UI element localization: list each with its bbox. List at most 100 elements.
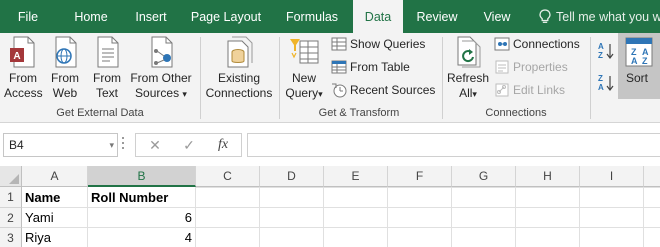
cancel-icon[interactable]: ✕: [138, 134, 172, 156]
recent-sources-label: Recent Sources: [350, 83, 436, 97]
sort-label: Sort: [626, 71, 649, 85]
from-access-label2: Access: [4, 86, 43, 100]
group-label-get-transform: Get & Transform: [318, 107, 400, 119]
cell-b3[interactable]: 4: [88, 228, 196, 247]
tab-home[interactable]: Home: [56, 0, 126, 33]
from-text-label1: From: [93, 71, 121, 85]
new-query-icon: [290, 39, 319, 64]
recent-sources-button[interactable]: Recent Sources: [331, 80, 435, 100]
chevron-down-icon: ▾: [182, 89, 187, 99]
column-header-f[interactable]: F: [388, 166, 452, 187]
new-query-label2: Query: [285, 86, 319, 100]
tab-insert[interactable]: Insert: [126, 0, 176, 33]
group-separator: [590, 37, 591, 119]
cell-b1[interactable]: Roll Number: [88, 187, 196, 208]
from-access-button[interactable]: A From Access: [4, 35, 43, 101]
empty-cells-area[interactable]: [196, 187, 660, 247]
existing-label1: Existing: [217, 71, 261, 85]
column-header-a[interactable]: A: [22, 166, 88, 187]
chevron-down-icon[interactable]: ▾: [109, 134, 114, 156]
cell-b2[interactable]: 6: [88, 208, 196, 228]
column-header-h[interactable]: H: [516, 166, 580, 187]
svg-text:A: A: [631, 56, 638, 66]
column-header-e[interactable]: E: [324, 166, 388, 187]
tell-me-box[interactable]: Tell me what you wa: [536, 0, 660, 33]
sort-button[interactable]: Z A A Z Sort: [618, 33, 660, 99]
enter-icon[interactable]: ✓: [172, 134, 206, 156]
sort-z-to-a-button[interactable]: Z A: [597, 71, 615, 92]
connections-label: Connections: [513, 37, 580, 51]
row-header-2[interactable]: 2: [0, 208, 22, 228]
cell-a3[interactable]: Riya: [22, 228, 88, 247]
sort-icon: Z A A Z: [625, 37, 653, 67]
svg-text:Z: Z: [598, 74, 603, 83]
refresh-all-label1: Refresh: [446, 71, 490, 85]
new-query-button[interactable]: New Query▾: [282, 35, 326, 102]
from-web-button[interactable]: From Web: [46, 35, 84, 101]
tab-review[interactable]: Review: [407, 0, 467, 33]
sort-z-a-icon: Z A: [598, 74, 614, 92]
connections-button[interactable]: Connections: [494, 34, 586, 54]
sort-a-to-z-button[interactable]: A Z: [597, 39, 615, 60]
cell-a1[interactable]: Name: [22, 187, 88, 208]
tell-me-text: Tell me what you wa: [556, 10, 660, 24]
web-page-icon: [55, 36, 77, 68]
existing-label2: Connections: [205, 86, 273, 100]
sort-a-z-icon: A Z: [598, 42, 614, 60]
existing-connections-button[interactable]: Existing Connections: [203, 35, 275, 101]
from-other-label2: Sources: [135, 86, 180, 100]
select-all-button[interactable]: [0, 166, 22, 187]
edit-links-label: Edit Links: [513, 83, 566, 97]
column-header-g[interactable]: G: [452, 166, 516, 187]
from-text-label2: Text: [95, 86, 118, 100]
row-header-3[interactable]: 3: [0, 228, 22, 247]
column-header-b[interactable]: B: [88, 166, 196, 187]
ribbon: A From Access From Web From Text From Ot…: [0, 33, 660, 123]
show-queries-label: Show Queries: [350, 37, 426, 51]
name-box[interactable]: B4 ▾: [3, 133, 118, 157]
column-header-d[interactable]: D: [260, 166, 324, 187]
group-label-get-external-data: Get External Data: [56, 107, 144, 119]
svg-text:A: A: [598, 42, 604, 51]
row-header-1[interactable]: 1: [0, 187, 22, 208]
formula-buttons: ✕ ✓ fx: [135, 133, 242, 157]
formula-input[interactable]: [247, 133, 660, 157]
tab-data[interactable]: Data: [353, 0, 403, 34]
svg-text:Z: Z: [642, 56, 648, 66]
from-web-label2: Web: [52, 86, 78, 100]
new-query-label1: New: [291, 71, 316, 85]
group-separator: [200, 37, 201, 119]
group-separator: [279, 37, 280, 119]
svg-text:A: A: [598, 83, 604, 92]
name-box-value: B4: [9, 138, 24, 152]
tab-page-layout[interactable]: Page Layout: [181, 0, 271, 33]
column-header-j[interactable]: [644, 166, 660, 187]
table-icon: [331, 60, 347, 74]
from-other-sources-button[interactable]: From Other Sources ▾: [128, 35, 194, 102]
ribbon-tab-bar: File Home Insert Page Layout Formulas Da…: [0, 0, 660, 34]
group-separator: [442, 37, 443, 119]
from-text-button[interactable]: From Text: [88, 35, 126, 101]
show-queries-button[interactable]: Show Queries: [331, 34, 431, 54]
from-table-label: From Table: [350, 60, 410, 74]
properties-icon: [495, 60, 509, 74]
properties-button[interactable]: Properties: [494, 57, 574, 77]
column-header-c[interactable]: C: [196, 166, 260, 187]
from-table-button[interactable]: From Table: [331, 57, 431, 77]
chevron-down-icon: ▾: [472, 89, 477, 99]
refresh-all-label2: All: [459, 86, 473, 100]
group-label-connections: Connections: [485, 107, 547, 119]
refresh-icon: [457, 36, 481, 68]
column-header-i[interactable]: I: [580, 166, 644, 187]
from-other-label1: From Other: [130, 71, 192, 85]
cell-a2[interactable]: Yami: [22, 208, 88, 228]
text-file-icon: [97, 36, 119, 68]
recent-sources-icon: [332, 83, 347, 98]
insert-function-icon[interactable]: fx: [206, 134, 240, 156]
tab-view[interactable]: View: [470, 0, 524, 33]
tab-file[interactable]: File: [0, 0, 56, 33]
refresh-all-button[interactable]: Refresh All▾: [445, 35, 491, 102]
formula-bar-resize-handle[interactable]: [122, 137, 126, 152]
tab-formulas[interactable]: Formulas: [276, 0, 348, 33]
edit-links-button[interactable]: Edit Links: [494, 80, 574, 100]
